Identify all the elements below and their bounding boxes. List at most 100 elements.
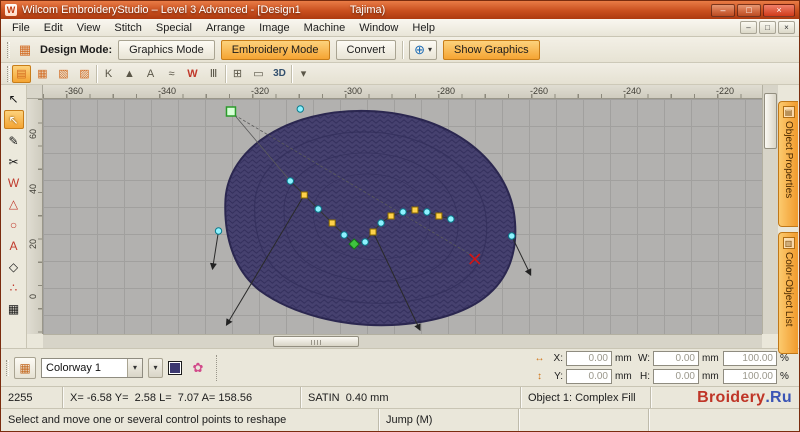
outline-design-tool[interactable]: ◇ [4,257,24,276]
chevron-down-icon[interactable]: ▾ [127,358,142,377]
graphics-mode-button[interactable]: Graphics Mode [118,39,215,60]
penetration-points-tool[interactable]: ∴ [4,278,24,297]
menu-stitch[interactable]: Stitch [107,21,149,35]
colorway-select[interactable]: Colorway 1 ▾ [41,357,143,378]
knife-tool[interactable]: ✂ [4,152,24,171]
stitch-type-info: SATIN 0.40 mm [301,387,521,408]
reshape-tool[interactable]: ↖ [3,110,24,129]
reshape-node [411,206,419,214]
toolbar-grip[interactable] [6,359,9,376]
width-field[interactable]: 0.00 [653,351,699,366]
window-title: Wilcom EmbroideryStudio – Level 3 Advanc… [22,4,301,16]
stitch-edit-tool[interactable]: ✎ [4,131,24,150]
ruler-corner [27,85,43,99]
mdi-minimize-button[interactable]: – [740,21,757,34]
horizontal-ruler: -360 -340 -320 -300 -280 -260 -240 -220 [43,85,762,99]
stitch-count: 2255 [1,387,63,408]
colorway-select-value: Colorway 1 [46,361,102,374]
toolbar-separator [216,354,217,381]
column-stitch-icon[interactable]: Ⅲ [204,65,223,83]
grid-toggle-icon[interactable]: ⊞ [228,65,247,83]
w-unit-label: mm [702,353,719,364]
w-stitch-icon[interactable]: W [183,65,202,83]
menu-arrange[interactable]: Arrange [199,21,252,35]
reshape-node [296,105,304,113]
shape-triangle-tool[interactable]: △ [4,194,24,213]
wave-fill-icon[interactable]: ≈ [162,65,181,83]
design-mode-toolbar: ▦ Design Mode: Graphics Mode Embroidery … [1,37,799,63]
embroidery-mode-button[interactable]: Embroidery Mode [220,39,330,60]
color-object-list-icon: ▥ [782,237,795,249]
vertical-scrollbar[interactable] [762,85,778,334]
menu-special[interactable]: Special [149,21,199,35]
menu-window[interactable]: Window [352,21,405,35]
toolbar-separator [402,40,404,59]
entry-point-marker [225,106,237,117]
menu-machine[interactable]: Machine [297,21,353,35]
grid-settings-tool[interactable]: ▦ [4,299,24,318]
toolbar-grip[interactable] [7,65,10,82]
scale-x-field[interactable]: 100.00 [723,351,777,366]
menu-file[interactable]: File [5,21,37,35]
reshape-node [300,191,308,199]
menu-view[interactable]: View [70,21,108,35]
hoop-globe-button[interactable]: ⊕ ▾ [409,39,437,60]
menu-help[interactable]: Help [405,21,442,35]
brand-watermark-left: Broidery [697,388,766,406]
title-bar: W Wilcom EmbroideryStudio – Level 3 Adva… [1,1,799,19]
position-y-icon: ↕ [537,371,542,382]
threed-view-toggle[interactable]: 3D [270,65,289,83]
window-controls: – □ × [711,3,795,17]
reshape-node [423,208,431,216]
mdi-window-controls: – □ × [740,21,795,34]
fancy-fill-icon[interactable]: K [99,65,118,83]
show-graphics-toggle[interactable]: Show Graphics [443,39,540,60]
applique-icon[interactable]: A [141,65,160,83]
h-label: H: [640,371,650,382]
next-colorway-button[interactable]: ▾ [148,357,163,378]
design-canvas-svg[interactable] [43,99,762,334]
thread-colors-icon[interactable]: ✿ [187,357,209,379]
menu-edit[interactable]: Edit [37,21,70,35]
overflow-chevron-icon[interactable]: ▾ [294,65,313,83]
convert-button[interactable]: Convert [335,39,397,60]
current-thread-swatch[interactable] [168,360,182,375]
toolbar-separator [291,64,292,83]
mdi-restore-button[interactable]: □ [759,21,776,34]
contour-fill-icon[interactable]: ▲ [120,65,139,83]
design-canvas[interactable] [43,99,762,334]
tab-color-object-list[interactable]: ▥ Color-Object List [778,232,798,354]
minimize-button[interactable]: – [711,3,735,17]
horizontal-scrollbar-thumb[interactable] [273,336,359,347]
vertical-scrollbar-thumb[interactable] [764,93,777,149]
transform-row-x: ↔ X: 0.00 mm W: 0.00 mm 100.00 % [533,351,790,367]
lettering-tool[interactable]: W [4,173,24,192]
y-label: Y: [554,371,563,382]
reshape-node [377,219,385,227]
close-button[interactable]: × [763,3,795,17]
y-position-field[interactable]: 0.00 [566,369,612,384]
object-properties-icon: ▤ [782,106,795,118]
menu-image[interactable]: Image [252,21,297,35]
satin-fill-icon[interactable]: ▧ [54,65,73,83]
motif-fill-icon[interactable]: ▨ [75,65,94,83]
colorway-editor-button[interactable]: ▦ [14,356,36,379]
toolbar-separator [225,64,226,83]
horizontal-scrollbar[interactable] [43,334,762,348]
status-empty-segment [649,409,799,431]
tab-object-properties[interactable]: ▤ Object Properties [778,101,798,227]
embroidery-object[interactable] [224,109,517,327]
maximize-button[interactable]: □ [737,3,761,17]
measure-tool-icon[interactable]: ▭ [249,65,268,83]
tatami-fill-icon[interactable]: ▦ [33,65,52,83]
mdi-close-button[interactable]: × [778,21,795,34]
monogram-tool[interactable]: A [4,236,24,255]
select-tool[interactable]: ↖ [4,89,24,108]
toolbar-grip[interactable] [7,41,10,58]
shape-ellipse-tool[interactable]: ○ [4,215,24,234]
x-position-field[interactable]: 0.00 [566,351,612,366]
height-field[interactable]: 0.00 [653,369,699,384]
scale-y-field[interactable]: 100.00 [723,369,777,384]
fill-pattern-icon[interactable]: ▤ [12,64,31,83]
x-unit-label: mm [615,353,632,364]
